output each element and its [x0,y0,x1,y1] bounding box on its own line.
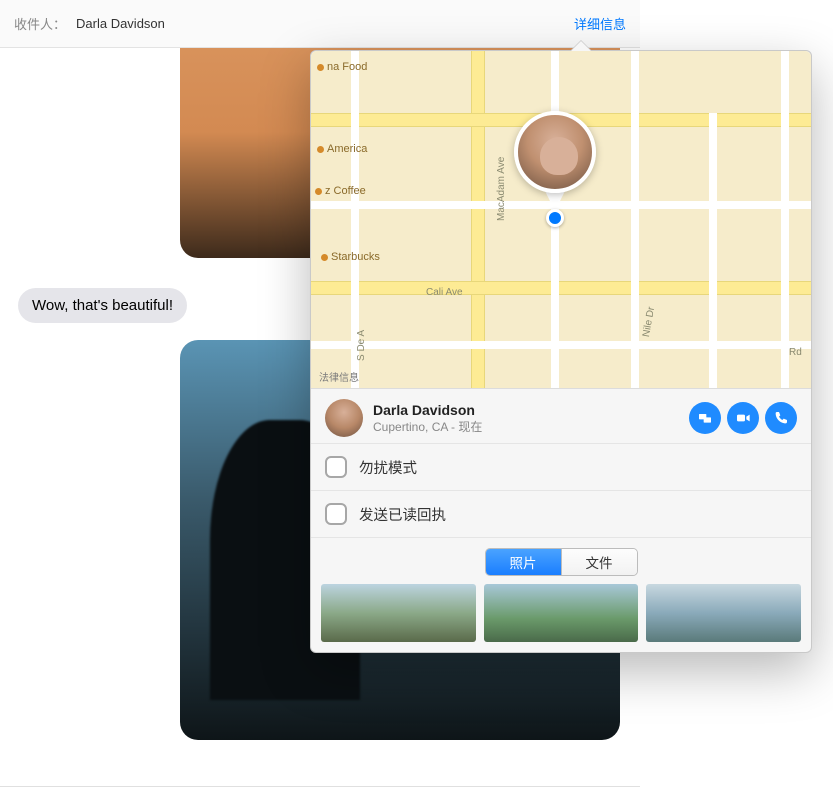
pref-row-read-receipt: 发送已读回执 [311,490,811,537]
audio-call-button[interactable] [765,402,797,434]
screen-share-button[interactable] [689,402,721,434]
received-message-bubble[interactable]: Wow, that's beautiful! [18,288,187,323]
map-legal-link[interactable]: 法律信息 [319,369,359,384]
contact-location-pin[interactable] [511,111,599,227]
map-street-label: MacAdam Ave [496,157,507,221]
video-call-button[interactable] [727,402,759,434]
tab-photos[interactable]: 照片 [486,549,562,575]
map-poi: z Coffee [315,185,366,197]
avatar-icon[interactable] [325,399,363,437]
pref-row-dnd: 勿扰模式 [311,443,811,490]
details-link[interactable]: 详细信息 [574,14,626,33]
attachments-tabs: 照片 文件 [311,537,811,584]
details-popover: na Food America z Coffee Starbucks MacAd… [310,50,812,653]
contact-name: Darla Davidson [373,402,679,418]
dnd-label: 勿扰模式 [359,457,417,478]
location-map[interactable]: na Food America z Coffee Starbucks MacAd… [311,51,811,389]
read-receipt-checkbox[interactable] [325,503,347,525]
map-street-label: S De A [356,330,367,361]
tab-files[interactable]: 文件 [562,549,637,575]
phone-icon [773,410,789,426]
map-poi: America [317,143,367,155]
map-street-label: Cali Ave [426,287,463,298]
contact-info: Darla Davidson Cupertino, CA - 现在 [373,402,679,435]
photo-thumbnail[interactable] [646,584,801,642]
recipient-label: 收件人： [14,14,66,33]
contact-actions [689,402,797,434]
map-poi: Starbucks [321,251,380,263]
screen-share-icon [697,410,713,426]
map-street-label: Nile Dr [641,306,657,338]
map-poi: na Food [317,61,367,73]
avatar-icon [514,111,596,193]
photo-thumbnail[interactable] [321,584,476,642]
header-bar: 收件人： Darla Davidson 详细信息 [0,0,640,48]
map-street-label: Rd [789,347,802,358]
contact-row: Darla Davidson Cupertino, CA - 现在 [311,389,811,443]
photos-grid [311,584,811,652]
segmented-control: 照片 文件 [485,548,638,576]
recipient-name[interactable]: Darla Davidson [76,16,574,31]
photo-thumbnail[interactable] [484,584,639,642]
read-receipt-label: 发送已读回执 [359,504,446,525]
video-icon [735,410,751,426]
dnd-checkbox[interactable] [325,456,347,478]
contact-location: Cupertino, CA - 现在 [373,418,679,435]
